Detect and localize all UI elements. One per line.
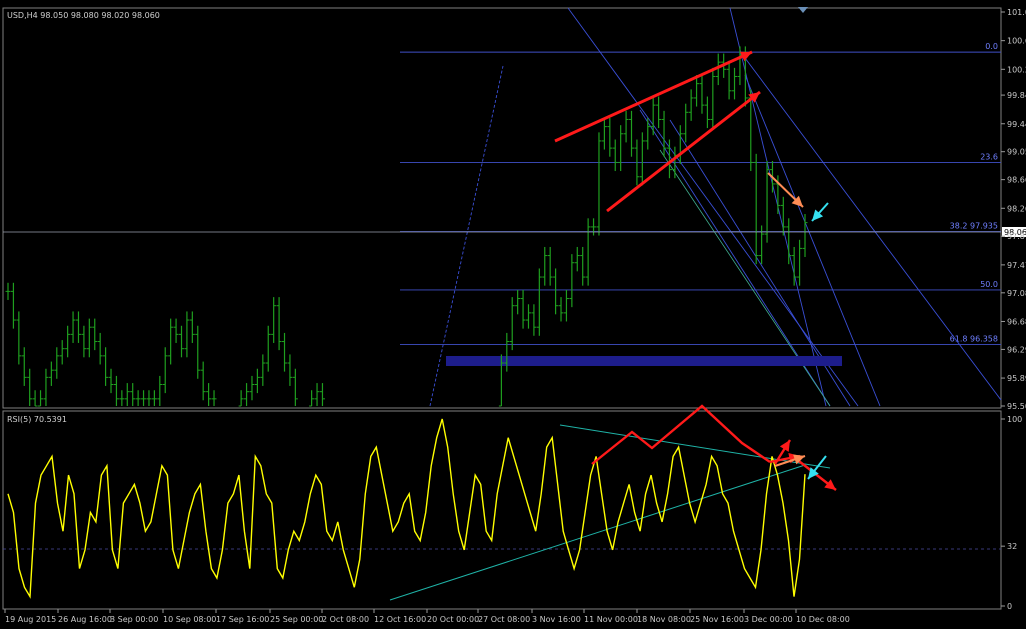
time-tick-label: 18 Nov 08:00 — [637, 615, 691, 624]
price-tick-label: 98.26 — [1007, 204, 1026, 213]
time-tick-label: 26 Aug 16:00 — [58, 615, 112, 624]
time-tick-label: 3 Dec 00:00 — [744, 615, 793, 624]
fib-level-label: 0.0 — [985, 42, 998, 51]
price-tick-label: 97.08 — [1007, 289, 1026, 298]
fib-level-label: 61.8 96.358 — [950, 335, 998, 344]
time-tick-label: 3 Sep 00:00 — [110, 615, 158, 624]
time-tick-label: 25 Nov 16:00 — [690, 615, 744, 624]
time-tick-label: 20 Oct 00:00 — [427, 615, 479, 624]
price-tick-label: 97.87 — [1007, 232, 1026, 241]
time-tick-label: 25 Sep 00:00 — [270, 615, 323, 624]
price-tick-label: 98.66 — [1007, 176, 1026, 185]
time-tick-label: 10 Sep 08:00 — [163, 615, 216, 624]
price-tick-label: 96.29 — [1007, 345, 1026, 354]
rsi-tick-label: 100 — [1007, 415, 1022, 424]
price-tick-label: 96.68 — [1007, 317, 1026, 326]
time-tick-label: 10 Dec 08:00 — [796, 615, 850, 624]
time-tick-label: 12 Oct 16:00 — [374, 615, 426, 624]
price-tick-label: 95.89 — [1007, 374, 1026, 383]
price-tick-label: 99.84 — [1007, 91, 1026, 100]
price-pane-title: USD,H4 98.050 98.080 98.020 98.060 — [7, 11, 160, 20]
price-tick-label: 95.50 — [1007, 402, 1026, 411]
fib-level-label: 50.0 — [980, 280, 998, 289]
chart-canvas[interactable]: USD,H4 98.050 98.080 98.020 98.060 RSI(5… — [0, 0, 1026, 629]
fib-level-label: 23.6 — [980, 152, 998, 161]
price-tick-label: 100.2 — [1007, 65, 1026, 74]
time-tick-label: 2 Oct 08:00 — [322, 615, 369, 624]
price-tick-label: 97.47 — [1007, 261, 1026, 270]
time-tick-label: 3 Nov 16:00 — [532, 615, 581, 624]
rsi-tick-label: 0 — [1007, 602, 1012, 611]
time-tick-label: 27 Oct 08:00 — [478, 615, 530, 624]
price-tick-label: 99.05 — [1007, 148, 1026, 157]
chart-background — [0, 0, 1026, 629]
time-tick-label: 11 Nov 00:00 — [584, 615, 638, 624]
rsi-tick-label: 32 — [1007, 542, 1017, 551]
fib-level-label: 38.2 97.935 — [950, 222, 998, 231]
price-tick-label: 100.6 — [1007, 37, 1026, 46]
price-tick-label: 99.44 — [1007, 120, 1026, 129]
price-tick-label: 101.0 — [1007, 8, 1026, 17]
support-zone — [446, 356, 842, 366]
time-tick-label: 19 Aug 2015 — [5, 615, 56, 624]
time-tick-label: 17 Sep 16:00 — [216, 615, 269, 624]
rsi-pane-title: RSI(5) 70.5391 — [7, 415, 67, 424]
